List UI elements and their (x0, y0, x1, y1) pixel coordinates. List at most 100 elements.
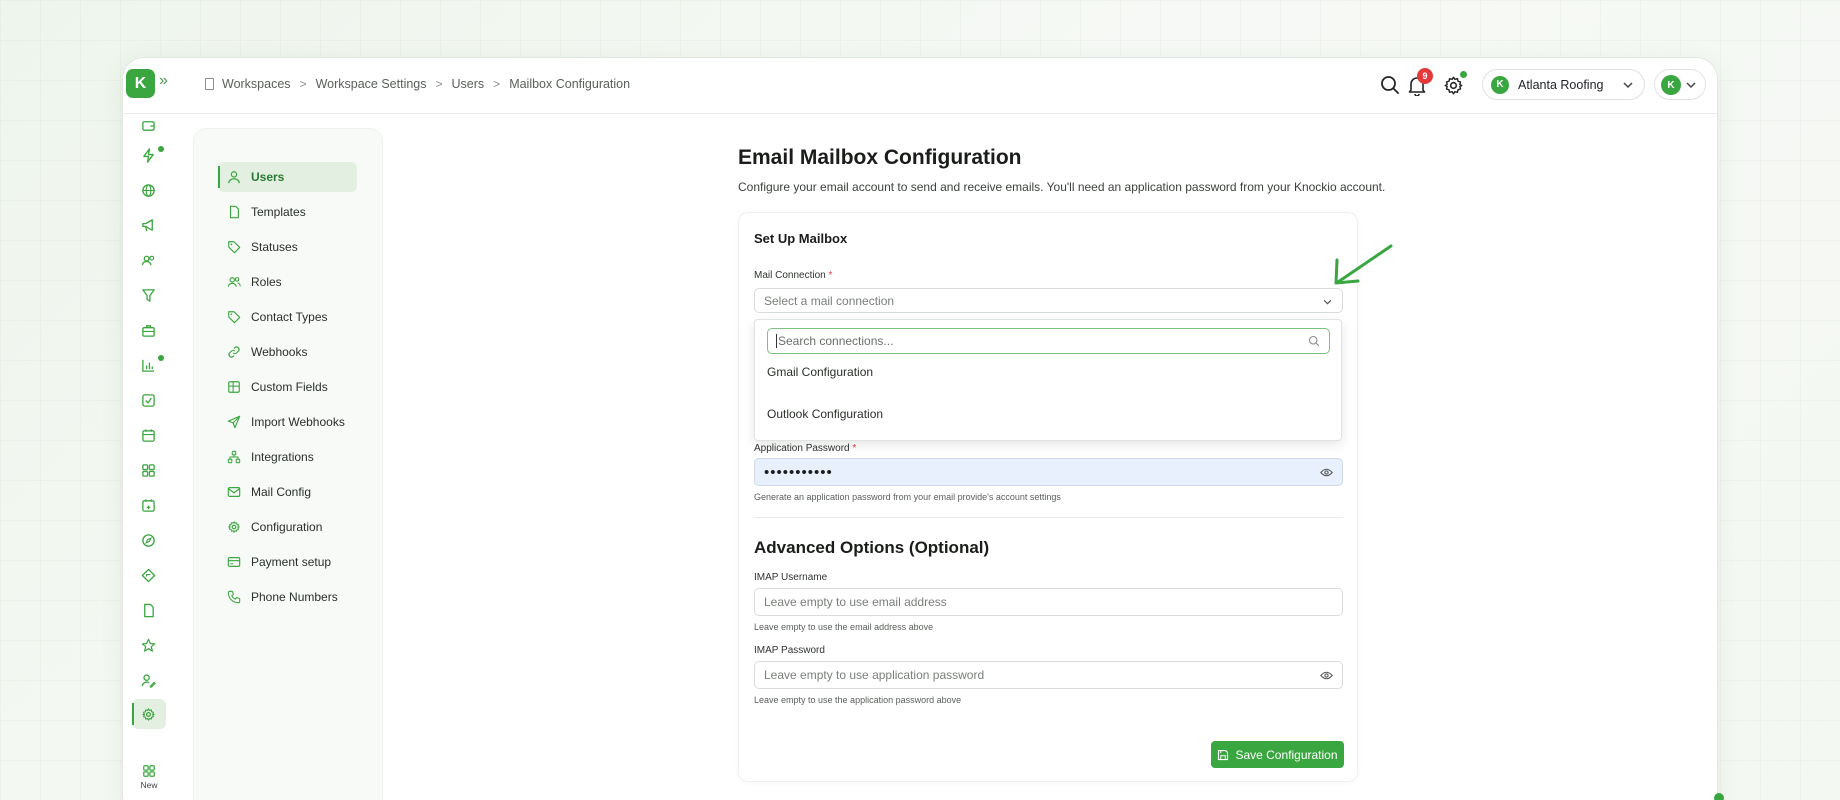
nav-label: Import Webhooks (251, 415, 345, 429)
nav-item-configuration[interactable]: Configuration (218, 512, 357, 542)
search-icon[interactable] (1380, 75, 1400, 95)
mail-connection-label: Mail Connection * (754, 270, 832, 281)
page-description: Configure your email account to send and… (738, 180, 1386, 194)
option-outlook-configuration[interactable]: Outlook Configuration (767, 407, 883, 421)
breadcrumb-workspace-settings[interactable]: Workspace Settings (316, 77, 427, 91)
calendar-plus-icon[interactable] (137, 494, 159, 516)
breadcrumb: Workspaces > Workspace Settings > Users … (205, 77, 630, 91)
divider (754, 517, 1343, 518)
briefcase-icon[interactable] (137, 319, 159, 341)
nav-item-roles[interactable]: Roles (218, 267, 357, 297)
bar-chart-icon[interactable] (137, 354, 159, 376)
tag-icon (228, 241, 241, 254)
icon-rail: New (123, 114, 175, 800)
checkbox-icon[interactable] (137, 389, 159, 411)
eye-icon[interactable] (1320, 670, 1333, 681)
network-icon (227, 450, 241, 464)
app-logo[interactable]: K (126, 69, 155, 98)
nav-item-users[interactable]: Users (218, 162, 357, 192)
chevron-right-icon: > (493, 77, 501, 91)
nav-label: Users (251, 170, 285, 184)
imap-password-input[interactable]: Leave empty to use application password (754, 661, 1343, 689)
option-gmail-configuration[interactable]: Gmail Configuration (767, 365, 873, 379)
nav-item-contact-types[interactable]: Contact Types (218, 302, 357, 332)
imap-password-label: IMAP Password (754, 645, 825, 656)
imap-username-hint: Leave empty to use the email address abo… (754, 622, 934, 632)
nav-label: Contact Types (251, 310, 328, 324)
imap-password-placeholder: Leave empty to use application password (764, 668, 985, 682)
nav-label: Payment setup (251, 555, 332, 569)
compass-icon[interactable] (137, 529, 159, 551)
password-value: ••••••••••• (764, 463, 833, 481)
search-icon (1308, 335, 1320, 347)
nav-item-templates[interactable]: Templates (218, 197, 357, 227)
phone-icon (227, 590, 241, 604)
chevron-down-icon (1623, 82, 1633, 89)
apps-grid-icon (143, 765, 155, 777)
send-icon (227, 415, 241, 429)
nav-item-phone-numbers[interactable]: Phone Numbers (218, 582, 357, 612)
chevron-down-icon (1686, 82, 1696, 89)
user-avatar: K (1661, 75, 1681, 95)
funnel-icon[interactable] (137, 284, 159, 306)
globe-icon[interactable] (137, 179, 159, 201)
corner-indicator (1714, 793, 1724, 800)
nav-label: Roles (251, 275, 282, 289)
calendar-icon[interactable] (137, 424, 159, 446)
contacts-icon[interactable] (137, 249, 159, 271)
nav-label: Phone Numbers (251, 590, 338, 604)
credit-card-icon (227, 557, 241, 567)
mail-connection-select[interactable]: Select a mail connection (754, 288, 1343, 313)
nav-item-custom-fields[interactable]: Custom Fields (218, 372, 357, 402)
status-dot (1460, 71, 1467, 78)
label-text: Mail Connection (754, 270, 826, 281)
breadcrumb-workspaces[interactable]: Workspaces (222, 77, 291, 91)
eye-icon[interactable] (1320, 467, 1333, 478)
connection-search-input[interactable]: Search connections... (767, 328, 1330, 354)
file-icon[interactable] (137, 599, 159, 621)
nav-label: Templates (251, 205, 306, 219)
settings-gear-icon[interactable] (1443, 75, 1464, 96)
user-edit-icon[interactable] (137, 669, 159, 691)
user-icon (228, 171, 240, 184)
annotation-arrow-icon (1334, 244, 1393, 285)
star-icon[interactable] (137, 634, 159, 656)
required-mark: * (852, 443, 857, 454)
gear-icon[interactable] (137, 703, 159, 725)
save-configuration-button[interactable]: Save Configuration (1211, 741, 1344, 768)
user-menu[interactable]: K (1654, 69, 1706, 100)
nav-item-mail-config[interactable]: Mail Config (218, 477, 357, 507)
top-bar: K » Workspaces > Workspace Settings > Us… (123, 58, 1717, 114)
grid-icon[interactable] (137, 459, 159, 481)
nav-item-integrations[interactable]: Integrations (218, 442, 357, 472)
lightning-icon[interactable] (137, 144, 159, 166)
imap-username-input[interactable]: Leave empty to use email address (754, 588, 1343, 616)
breadcrumb-mailbox-configuration: Mailbox Configuration (509, 77, 631, 91)
nav-label: Mail Config (251, 485, 312, 499)
notification-badge: 9 (1417, 68, 1433, 84)
imap-username-placeholder: Leave empty to use email address (764, 595, 947, 609)
workspace-name: Atlanta Roofing (1518, 77, 1604, 92)
workspace-select[interactable]: K Atlanta Roofing (1482, 69, 1645, 100)
breadcrumb-users[interactable]: Users (452, 77, 485, 91)
required-mark: * (828, 270, 833, 281)
building-icon (205, 78, 214, 90)
application-password-hint: Generate an application password from yo… (754, 492, 1061, 502)
tag-icon (228, 311, 241, 324)
megaphone-icon[interactable] (137, 214, 159, 236)
expand-sidebar-icon[interactable]: » (159, 72, 168, 90)
nav-item-statuses[interactable]: Statuses (218, 232, 357, 262)
new-button[interactable]: New (135, 764, 163, 790)
chevron-right-icon: > (299, 77, 307, 91)
nav-item-payment-setup[interactable]: Payment setup (218, 547, 357, 577)
connection-search-placeholder: Search connections... (778, 334, 894, 348)
nav-item-import-webhooks[interactable]: Import Webhooks (218, 407, 357, 437)
imap-username-label: IMAP Username (754, 572, 828, 583)
wallet-icon[interactable] (137, 114, 159, 136)
link-icon (228, 346, 240, 358)
application-password-input[interactable]: ••••••••••• (754, 458, 1343, 486)
route-icon[interactable] (137, 564, 159, 586)
nav-item-webhooks[interactable]: Webhooks (218, 337, 357, 367)
settings-nav: Users Templates Statuses Roles Contact T… (193, 128, 383, 800)
app-window: K » Workspaces > Workspace Settings > Us… (122, 57, 1718, 800)
